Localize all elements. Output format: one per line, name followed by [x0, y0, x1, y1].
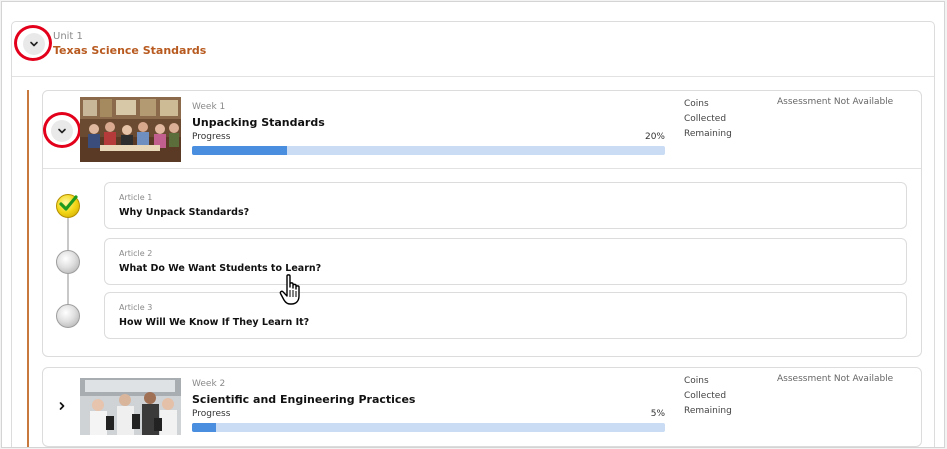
progress-bar: [192, 423, 665, 432]
remaining-label: Remaining: [684, 129, 732, 139]
coin-stats: Coins Collected Remaining: [684, 374, 732, 419]
unit-timeline: [27, 90, 29, 447]
article-number: Article 2: [119, 249, 153, 258]
collected-label: Collected: [684, 391, 727, 401]
progress-label: Progress: [192, 409, 231, 419]
week-title: Scientific and Engineering Practices: [192, 393, 416, 406]
not-started-status-icon: [56, 304, 80, 328]
week-thumbnail: [80, 378, 181, 435]
coin-stats: Coins Collected Remaining: [684, 97, 732, 142]
chevron-down-icon: [30, 41, 38, 47]
week-thumbnail: [80, 97, 181, 162]
chevron-right-icon: [59, 402, 65, 410]
article-card[interactable]: Article 1 Why Unpack Standards?: [104, 182, 907, 229]
article-number: Article 3: [119, 303, 153, 312]
assessment-status: Assessment Not Available: [777, 374, 894, 384]
week-collapse-button[interactable]: [51, 120, 73, 142]
progress-bar: [192, 146, 665, 155]
progress-percent: 20%: [644, 132, 665, 142]
unit-number: Unit 1: [53, 31, 83, 42]
article-title: Why Unpack Standards?: [119, 207, 250, 218]
article-card[interactable]: Article 2 What Do We Want Students to Le…: [104, 238, 907, 285]
article-title: What Do We Want Students to Learn?: [119, 263, 322, 274]
coins-label: Coins: [684, 99, 709, 109]
page-frame: Unit 1 Texas Science Standards Week 1 Un…: [1, 1, 945, 448]
unit-header[interactable]: Unit 1 Texas Science Standards: [12, 22, 934, 77]
progress-label: Progress: [192, 132, 231, 142]
coins-label: Coins: [684, 376, 709, 386]
article-title: How Will We Know If They Learn It?: [119, 317, 310, 328]
progress-bar-fill: [192, 423, 216, 432]
remaining-label: Remaining: [684, 406, 732, 416]
chevron-down-icon: [58, 128, 66, 134]
article-number: Article 1: [119, 193, 153, 202]
not-started-status-icon: [56, 250, 80, 274]
article-list: Article 1 Why Unpack Standards? Article …: [43, 168, 921, 357]
unit-collapse-button[interactable]: [23, 33, 45, 55]
week-number: Week 1: [192, 102, 226, 112]
progress-bar-fill: [192, 146, 287, 155]
week-card: Week 1 Unpacking Standards Progress 20% …: [42, 90, 922, 357]
collected-label: Collected: [684, 114, 727, 124]
unit-title: Texas Science Standards: [53, 44, 207, 57]
week-expand-button[interactable]: [55, 399, 69, 413]
completed-check-icon: [56, 194, 80, 218]
week-title: Unpacking Standards: [192, 116, 325, 129]
week-number: Week 2: [192, 379, 226, 389]
week-header[interactable]: Week 2 Scientific and Engineering Practi…: [43, 368, 921, 445]
week-header[interactable]: Week 1 Unpacking Standards Progress 20% …: [43, 91, 921, 168]
article-card[interactable]: Article 3 How Will We Know If They Learn…: [104, 292, 907, 339]
week-card: Week 2 Scientific and Engineering Practi…: [42, 367, 922, 447]
assessment-status: Assessment Not Available: [777, 97, 894, 107]
progress-percent: 5%: [650, 409, 665, 419]
unit-card: Unit 1 Texas Science Standards Week 1 Un…: [11, 21, 935, 447]
